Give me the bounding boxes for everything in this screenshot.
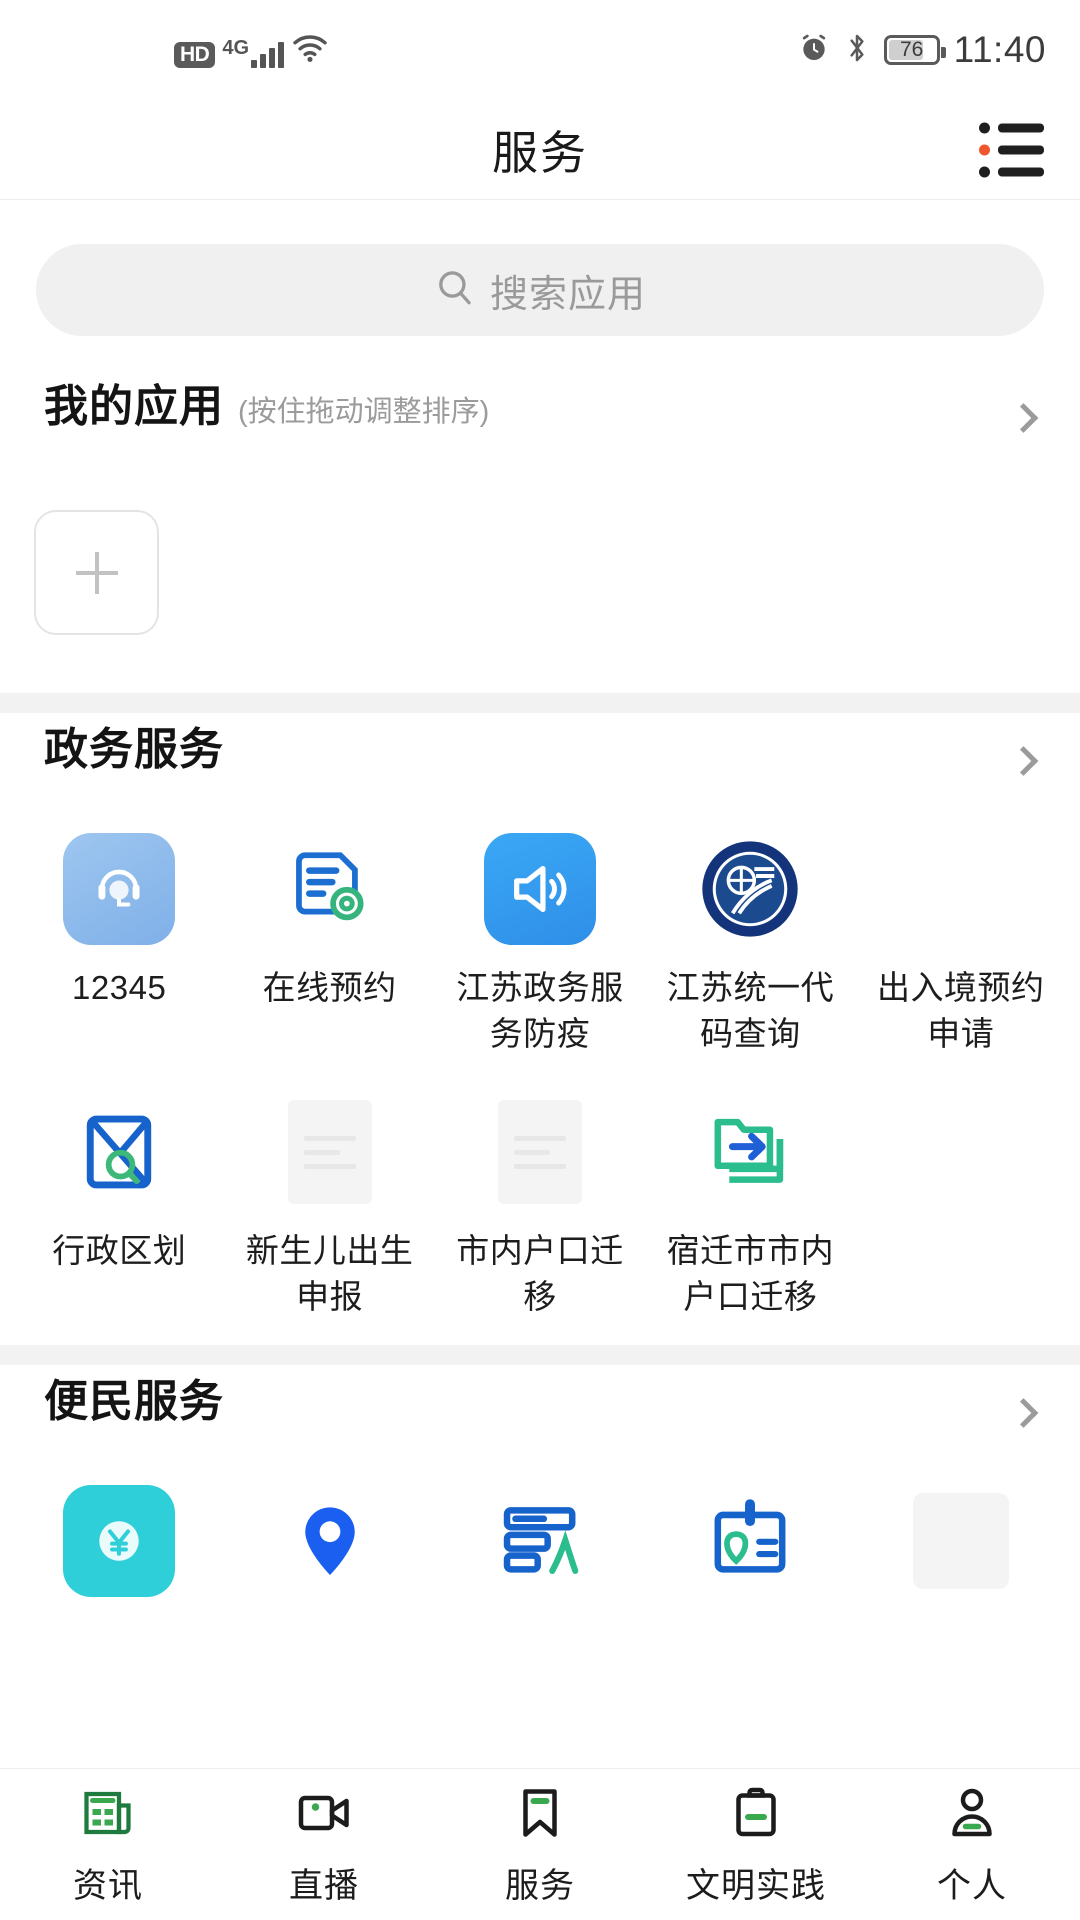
bluetooth-icon bbox=[844, 32, 870, 69]
app-item-payment[interactable] bbox=[14, 1471, 224, 1643]
bottom-navigation-bar: 资讯 直播 服务 文明实践 个人 bbox=[0, 1768, 1080, 1920]
status-bar: HD 4G 76 11:40 bbox=[0, 0, 1080, 100]
status-bar-right: 76 11:40 bbox=[798, 29, 1046, 71]
page-title: 服务 bbox=[492, 126, 588, 179]
official-seal-icon bbox=[694, 833, 806, 945]
app-item-12345[interactable]: 12345 bbox=[14, 819, 224, 1082]
app-label: 出入境预约申请 bbox=[877, 969, 1045, 1052]
status-bar-left: HD 4G bbox=[174, 33, 329, 68]
app-label: 江苏统一代码查询 bbox=[666, 969, 835, 1052]
newspaper-icon bbox=[78, 1783, 138, 1848]
tab-live[interactable]: 直播 bbox=[216, 1783, 432, 1907]
hd-icon: HD bbox=[174, 41, 216, 68]
headset-support-icon bbox=[63, 833, 176, 945]
my-apps-list bbox=[0, 466, 1080, 693]
app-item-exit-entry[interactable]: 出入境预约申请 bbox=[856, 819, 1066, 1082]
loading-placeholder-icon bbox=[484, 1096, 596, 1208]
chevron-right-icon[interactable] bbox=[1008, 1398, 1039, 1428]
app-grid-government: 12345 在线预约 江苏政务服务防疫 江苏统一代码查询 出入境预约申请 行政区… bbox=[0, 809, 1080, 1345]
battery-icon: 76 bbox=[883, 35, 946, 65]
loading-placeholder-icon bbox=[274, 1096, 386, 1208]
tab-profile[interactable]: 个人 bbox=[864, 1783, 1080, 1907]
app-label: 行政区划 bbox=[52, 1232, 187, 1270]
speaker-announce-icon bbox=[483, 833, 596, 945]
chevron-right-icon[interactable] bbox=[1008, 746, 1039, 776]
app-label: 新生儿出生申报 bbox=[245, 1232, 414, 1315]
my-apps-hint: (按住拖动调整排序) bbox=[238, 396, 490, 428]
app-label: 宿迁市市内户口迁移 bbox=[666, 1232, 835, 1315]
app-item-form[interactable] bbox=[435, 1471, 645, 1643]
title-bar: 服务 bbox=[0, 100, 1080, 200]
tab-civilization-practice[interactable]: 文明实践 bbox=[648, 1783, 864, 1907]
plus-icon bbox=[75, 551, 118, 594]
video-camera-icon bbox=[294, 1783, 354, 1848]
alarm-clock-icon bbox=[798, 32, 830, 69]
section-divider bbox=[0, 693, 1080, 713]
app-label: 在线预约 bbox=[262, 969, 397, 1006]
bookmark-icon bbox=[510, 1783, 570, 1848]
list-menu-icon[interactable] bbox=[979, 122, 1044, 177]
my-apps-header[interactable]: 我的应用 (按住拖动调整排序) bbox=[0, 370, 1080, 466]
search-icon bbox=[434, 267, 476, 314]
search-section: 搜索应用 bbox=[0, 200, 1080, 336]
app-item-jiangsu-epidemic[interactable]: 江苏政务服务防疫 bbox=[435, 819, 645, 1082]
loading-placeholder-icon bbox=[905, 1485, 1017, 1597]
app-item-intracity-residence-move[interactable]: 市内户口迁移 bbox=[435, 1082, 645, 1345]
search-input[interactable]: 搜索应用 bbox=[36, 244, 1044, 336]
app-item-administrative-division[interactable]: 行政区划 bbox=[14, 1082, 224, 1345]
wifi-icon bbox=[291, 33, 329, 68]
app-label: 市内户口迁移 bbox=[456, 1232, 624, 1315]
tab-label: 文明实践 bbox=[686, 1866, 826, 1905]
document-gear-icon bbox=[274, 833, 386, 945]
tab-label: 直播 bbox=[289, 1866, 359, 1905]
add-app-button[interactable] bbox=[34, 510, 159, 635]
section-title: 便民服务 bbox=[44, 1377, 224, 1427]
tab-label: 服务 bbox=[505, 1866, 575, 1905]
section-header-convenience[interactable]: 便民服务 bbox=[0, 1365, 1080, 1461]
section-header-government[interactable]: 政务服务 bbox=[0, 713, 1080, 809]
map-search-icon bbox=[63, 1096, 175, 1208]
section-divider bbox=[0, 1345, 1080, 1366]
app-grid-spacer bbox=[856, 1082, 1066, 1345]
app-item-location[interactable] bbox=[224, 1471, 434, 1643]
yuan-coin-icon bbox=[63, 1485, 176, 1598]
signal-bars-icon: 4G bbox=[222, 36, 285, 68]
app-grid-convenience bbox=[0, 1461, 1080, 1643]
person-icon bbox=[942, 1783, 1002, 1848]
tab-label: 个人 bbox=[937, 1866, 1007, 1905]
app-screen: HD 4G 76 11:40 服务 搜索应用 我的应用 (按住拖动调整排序) 政… bbox=[0, 0, 1080, 1920]
app-item-id-card[interactable] bbox=[645, 1471, 855, 1643]
map-pin-icon bbox=[274, 1485, 386, 1597]
app-item-suqian-residence-move[interactable]: 宿迁市市内户口迁移 bbox=[645, 1082, 855, 1345]
clock-label: 11:40 bbox=[953, 29, 1046, 70]
signal-strength-bars bbox=[251, 38, 285, 68]
app-item-placeholder[interactable] bbox=[856, 1471, 1066, 1643]
scroll-stamp-icon bbox=[905, 833, 1017, 945]
folder-transfer-icon bbox=[694, 1096, 806, 1208]
clipboard-icon bbox=[726, 1783, 786, 1848]
app-item-online-appointment[interactable]: 在线预约 bbox=[224, 819, 434, 1082]
tab-label: 资讯 bbox=[73, 1866, 143, 1905]
section-title: 政务服务 bbox=[44, 725, 224, 774]
chevron-right-icon[interactable] bbox=[1008, 403, 1039, 433]
app-label: 12345 bbox=[72, 969, 167, 1006]
form-document-icon bbox=[484, 1485, 596, 1597]
network-type-label: 4G bbox=[222, 36, 250, 59]
tab-services[interactable]: 服务 bbox=[432, 1783, 648, 1907]
app-label: 江苏政务服务防疫 bbox=[456, 969, 624, 1052]
battery-percent-label: 76 bbox=[899, 38, 924, 61]
app-item-unified-code[interactable]: 江苏统一代码查询 bbox=[645, 819, 855, 1082]
app-item-newborn-registration[interactable]: 新生儿出生申报 bbox=[224, 1082, 434, 1345]
search-placeholder-text: 搜索应用 bbox=[489, 273, 646, 316]
id-card-icon bbox=[694, 1485, 806, 1597]
tab-news[interactable]: 资讯 bbox=[0, 1783, 216, 1907]
page-title-my-apps: 我的应用 bbox=[44, 382, 224, 431]
